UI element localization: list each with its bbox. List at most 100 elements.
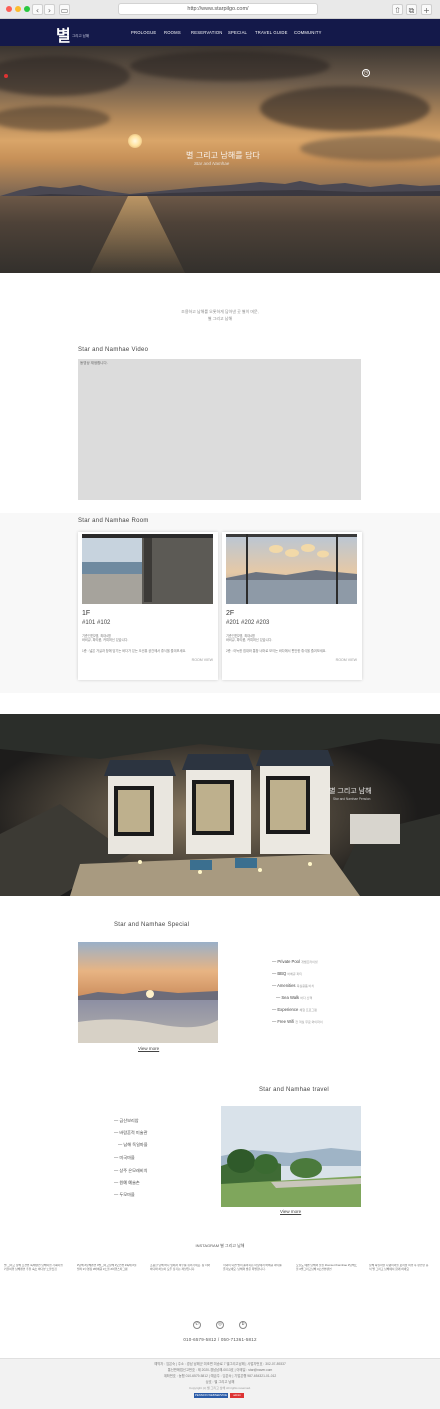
room-view-link[interactable]: ROOM VIEW [192, 658, 213, 662]
room-numbers: #101 #102 [82, 620, 111, 626]
video-label: 동영상 재생합니다. [80, 361, 108, 365]
feature-item[interactable]: — Experience 체험 프로그램 [272, 1007, 317, 1012]
nav-item-community[interactable]: COMMUNITY [294, 30, 322, 35]
travel-item-label: 바람흔적 미술관 [119, 1130, 148, 1135]
aerial-subtitle: Star and Namhae Pension [333, 797, 371, 801]
footer-copyright: Copyright (c) 별 그리고 남해 All rights reserv… [189, 1386, 251, 1390]
travel-item-label: 상주 은모래비치 [119, 1168, 148, 1173]
feature-note: 체험 프로그램 [299, 1008, 317, 1012]
hero-pager-dot[interactable] [207, 276, 210, 279]
share-icon[interactable]: ⇧ [392, 4, 403, 15]
blog-icon[interactable]: b [239, 1321, 247, 1329]
special-section-title: Star and Namhae Special [114, 922, 190, 928]
room-info-amenities: 바비큐, 파티룸, 커피머신 있습니다. [226, 638, 273, 643]
close-window-button[interactable] [6, 6, 12, 12]
travel-item-label: 원예 예술촌 [119, 1180, 140, 1185]
instagram-icon[interactable]: ◎ [216, 1321, 224, 1329]
aerial-photo [0, 714, 440, 896]
instagram-post[interactable]: 남해 독일마을 다랭이마을 보리암 여행 후 편안한 휴식 별 그리고 남해에서… [369, 1264, 431, 1304]
room-description: 1층 : 넓은 거실과 창에 담기는 바다가 있는 오션뷰 공간에서 휴식을 즐… [82, 649, 187, 653]
instagram-post[interactable]: 저녁이 되면 별이 쏟아지는 마당에서 바베큐 파티를 즐겨보세요. 남해의 밤… [223, 1264, 285, 1304]
feature-note: 바다 산책 [300, 996, 313, 1000]
footer-line: 예약자 : 임은숙 | 주소 : 경남 남해군 미조면 미송로 7 별그리고남해… [154, 1362, 286, 1366]
travel-item[interactable]: — 미국마을 [114, 1155, 135, 1161]
hero-title: 별 그리고 남해를 담다 [186, 151, 260, 160]
minimize-window-button[interactable] [15, 6, 21, 12]
feature-item[interactable]: — Amenities 욕실용품 비치 [272, 983, 314, 988]
nav-item-prologue[interactable]: PROLOGUE [131, 30, 156, 35]
hero-pager-dot[interactable] [229, 276, 233, 279]
nav-item-rooms[interactable]: ROOMS [164, 30, 181, 35]
hero-pagination[interactable] [207, 266, 234, 284]
feature-label: Private Pool [277, 959, 300, 964]
feature-item[interactable]: — Private Pool 개별프라이빗 [272, 959, 318, 964]
site-logo-sub: 그리고 남해 [72, 34, 90, 38]
travel-item[interactable]: — 원예 예술촌 [114, 1180, 140, 1186]
prev-slide-button[interactable] [4, 74, 8, 78]
hero-pager-dot[interactable] [220, 276, 224, 279]
room-card-1f[interactable]: 1F #101 #102 기준인원2명, 최대4명 바비큐, 파티룸, 커피머신… [78, 532, 218, 680]
site-logo[interactable]: 별 [56, 22, 71, 46]
travel-item-label: 남해 독일마을 [123, 1142, 148, 1147]
room-section-title: Star and Namhae Room [78, 518, 149, 524]
travel-item-label: 금산보리암 [119, 1118, 139, 1123]
browser-toolbar: ‹ › ▭ http://www.starpilgo.com/ ⇧ ⧉ + [0, 0, 440, 19]
video-section-title: Star and Namhae Video [78, 347, 149, 353]
footer-badge-webservice[interactable]: PENSION WEBSERVICE [194, 1393, 228, 1398]
feature-item[interactable]: — BBQ 바베큐 파티 [272, 971, 302, 976]
room-floor: 2F [226, 610, 235, 617]
feature-label: BBQ [277, 971, 287, 976]
room-view-link[interactable]: ROOM VIEW [336, 658, 357, 662]
travel-item[interactable]: — 상주 은모래비치 [114, 1168, 148, 1174]
room-numbers: #201 #202 #203 [226, 620, 270, 626]
instagram-post[interactable]: #남해 #남해펜션 #별그리고남해 #오션뷰 #독채 #풀빌라 #수영장 #바베… [77, 1264, 139, 1304]
footer-line: 통신판매업신고번호 : 제 2020-경남남해-0013호 | 이메일 : st… [167, 1368, 273, 1372]
travel-item[interactable]: — 바람흔적 미술관 [114, 1130, 148, 1136]
hero-subtitle: Star and Namhae [194, 161, 230, 166]
feature-note: 개별프라이빗 [301, 960, 318, 964]
nav-item-travel-guide[interactable]: TRAVEL GUIDE [255, 30, 288, 35]
travel-photo[interactable] [221, 1106, 361, 1207]
instagram-post[interactable]: 조용한 남해 바다 앞에서 하루를 쉬어가세요. 창 너머 바다와 하늘이 모두… [150, 1264, 212, 1304]
travel-view-more-link[interactable]: View more [280, 1209, 301, 1214]
aerial-title: 별 그리고 남해 [329, 788, 372, 795]
feature-label: Free Wifi [277, 1019, 295, 1024]
hero-pager-dot[interactable] [216, 276, 219, 279]
room-info: 기준인원2명, 최대4명 바비큐, 파티룸, 커피머신 있습니다. [82, 634, 212, 642]
travel-item-label: 미국마을 [119, 1155, 135, 1160]
new-tab-icon[interactable]: + [421, 4, 432, 15]
sidebar-icon[interactable]: ▭ [59, 4, 70, 15]
video-player[interactable] [78, 359, 361, 500]
tabs-icon[interactable]: ⧉ [406, 4, 417, 15]
nav-item-reservation[interactable]: RESERVATION [191, 30, 223, 35]
travel-item[interactable]: — 남해 독일마을 [118, 1142, 148, 1148]
room-2f-photo [226, 534, 357, 604]
room-section [0, 513, 440, 693]
clock-icon[interactable]: ◷ [362, 69, 370, 77]
phone-icon[interactable]: ✆ [193, 1321, 201, 1329]
intro-line-2: 별 그리고 남해 [207, 316, 233, 321]
travel-item[interactable]: — 금산보리암 [114, 1118, 139, 1124]
footer-badge-admin[interactable]: admin [230, 1393, 244, 1398]
footer-line: 상호 : 별 그리고 남해 [205, 1380, 235, 1384]
room-info-amenities: 바비큐, 파티룸, 커피머신 있습니다. [82, 638, 129, 643]
special-view-more-link[interactable]: View more [138, 1046, 159, 1051]
feature-label: Sea Walk [281, 995, 300, 1000]
nav-item-special[interactable]: SPECIAL [228, 30, 247, 35]
room-floor: 1F [82, 610, 91, 617]
feature-item[interactable]: — Free Wifi 전 객실 무료 와이파이 [272, 1019, 323, 1024]
forward-icon[interactable]: › [44, 4, 55, 15]
zoom-window-button[interactable] [24, 6, 30, 12]
instagram-post[interactable]: 별 그리고 남해 오션뷰 독채펜션 남해여행 가족여행 커플여행 남해펜션 추천… [4, 1264, 66, 1304]
back-icon[interactable]: ‹ [32, 4, 43, 15]
hero-pager-dot[interactable] [225, 276, 228, 279]
address-bar[interactable]: http://www.starpilgo.com/ [118, 3, 318, 15]
hero-pager-dot[interactable] [211, 276, 215, 279]
url-text: http://www.starpilgo.com/ [187, 6, 249, 12]
special-photo[interactable] [78, 942, 218, 1043]
instagram-post[interactable]: 오늘도 예쁜 남해의 일몰 #sunset #namhae #남해노을 #별그리… [296, 1264, 358, 1304]
travel-item[interactable]: — 두모마을 [114, 1192, 135, 1198]
feature-item[interactable]: — Sea Walk 바다 산책 [276, 995, 312, 1000]
room-description: 2층 : 아늑한 침대와 통창 너머로 보이는 바다에서 편안한 휴식을 즐겨보… [226, 649, 327, 653]
room-card-2f[interactable]: 2F #201 #202 #203 기준인원2명, 최대4명 바비큐, 파티룸,… [222, 532, 362, 680]
